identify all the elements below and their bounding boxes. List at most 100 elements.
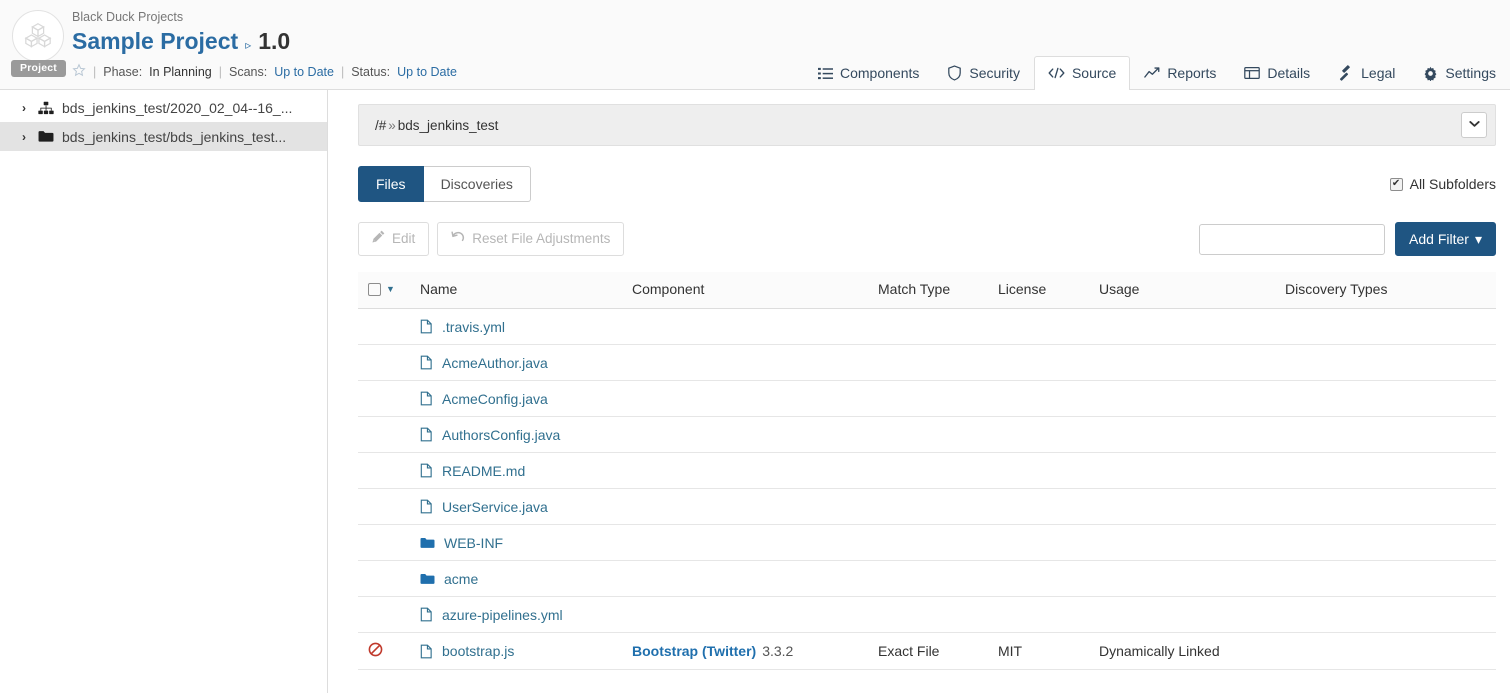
- reset-button-label: Reset File Adjustments: [472, 230, 610, 248]
- file-name-link[interactable]: acme: [444, 571, 478, 587]
- block-icon[interactable]: [368, 642, 383, 657]
- row-license: [998, 561, 1099, 597]
- file-name-link[interactable]: UserService.java: [442, 499, 548, 515]
- segment-row: Files Discoveries ✔ All Subfolders: [358, 166, 1496, 202]
- tab-legal[interactable]: Legal: [1324, 56, 1409, 90]
- project-logo: [12, 10, 64, 62]
- tab-security[interactable]: Security: [933, 56, 1034, 90]
- tab-components[interactable]: Components: [804, 56, 933, 90]
- row-license: [998, 453, 1099, 489]
- path-root[interactable]: /#: [375, 118, 386, 133]
- row-license: [998, 309, 1099, 345]
- chevron-right-icon[interactable]: ›: [22, 130, 30, 144]
- table-row[interactable]: AuthorsConfig.java: [358, 417, 1496, 453]
- table-row[interactable]: acme: [358, 561, 1496, 597]
- th-component[interactable]: Component: [632, 272, 878, 309]
- table-row[interactable]: azure-pipelines.yml: [358, 597, 1496, 633]
- select-all-checkbox[interactable]: [368, 283, 381, 296]
- th-usage[interactable]: Usage: [1099, 272, 1285, 309]
- add-filter-button[interactable]: Add Filter ▾: [1395, 222, 1496, 256]
- scans-value[interactable]: Up to Date: [274, 65, 334, 79]
- list-icon: [818, 66, 833, 81]
- status-value[interactable]: Up to Date: [397, 65, 457, 79]
- row-component-cell: [632, 489, 878, 525]
- tab-settings[interactable]: Settings: [1409, 56, 1510, 90]
- row-flag-cell: [358, 633, 420, 670]
- folder-icon: [38, 130, 54, 143]
- path-dropdown-button[interactable]: [1461, 112, 1487, 138]
- app-header: Project Black Duck Projects Sample Proje…: [0, 0, 1510, 90]
- toolbar-right: Add Filter ▾: [1199, 222, 1496, 256]
- star-outline-icon[interactable]: [72, 63, 86, 80]
- th-match-type[interactable]: Match Type: [878, 272, 998, 309]
- tab-details[interactable]: Details: [1230, 56, 1324, 90]
- row-match-type: [878, 525, 998, 561]
- row-component-cell: [632, 525, 878, 561]
- row-component-cell: [632, 345, 878, 381]
- table-row[interactable]: AcmeAuthor.java: [358, 345, 1496, 381]
- row-name-cell: bootstrap.js: [420, 633, 632, 670]
- tab-files[interactable]: Files: [358, 166, 424, 202]
- window-icon: [1244, 66, 1260, 80]
- row-discovery-types: [1285, 453, 1496, 489]
- component-link[interactable]: Bootstrap (Twitter): [632, 643, 756, 659]
- row-usage: Dynamically Linked: [1099, 633, 1285, 670]
- chevron-right-icon[interactable]: ›: [22, 101, 30, 115]
- th-select: ▼: [358, 272, 420, 309]
- tab-source[interactable]: Source: [1034, 56, 1130, 90]
- row-name-cell: README.md: [420, 453, 632, 489]
- file-name-link[interactable]: WEB-INF: [444, 535, 503, 551]
- file-name-link[interactable]: AcmeAuthor.java: [442, 355, 548, 371]
- tab-reports[interactable]: Reports: [1130, 56, 1230, 90]
- file-name-link[interactable]: .travis.yml: [442, 319, 505, 335]
- select-all-control[interactable]: ▼: [368, 283, 414, 296]
- all-subfolders-toggle[interactable]: ✔ All Subfolders: [1390, 176, 1496, 192]
- table-row[interactable]: WEB-INF: [358, 525, 1496, 561]
- sort-caret-icon[interactable]: ▼: [386, 284, 395, 294]
- th-name[interactable]: Name: [420, 272, 632, 309]
- component-version: 3.3.2: [762, 643, 793, 659]
- path-breadcrumb[interactable]: /#»bds_jenkins_test: [375, 118, 498, 133]
- row-flag-cell: [358, 309, 420, 345]
- file-name-link[interactable]: azure-pipelines.yml: [442, 607, 563, 623]
- file-name-link[interactable]: AuthorsConfig.java: [442, 427, 560, 443]
- caret-down-icon: ▾: [1475, 230, 1482, 248]
- row-name-cell: AcmeAuthor.java: [420, 345, 632, 381]
- th-license[interactable]: License: [998, 272, 1099, 309]
- row-discovery-types: [1285, 309, 1496, 345]
- search-input[interactable]: [1199, 224, 1385, 255]
- file-name-link[interactable]: README.md: [442, 463, 525, 479]
- row-flag-cell: [358, 453, 420, 489]
- row-discovery-types: [1285, 633, 1496, 670]
- row-usage: [1099, 489, 1285, 525]
- table-row[interactable]: UserService.java: [358, 489, 1496, 525]
- status-label: Status:: [351, 65, 390, 79]
- page-title: Sample Project ▹ 1.0: [72, 26, 457, 60]
- row-name-cell: .travis.yml: [420, 309, 632, 345]
- table-header-row: ▼ Name Component Match Type License Usag…: [358, 272, 1496, 309]
- row-discovery-types: [1285, 561, 1496, 597]
- tab-discoveries[interactable]: Discoveries: [424, 166, 531, 202]
- table-row[interactable]: .travis.yml: [358, 309, 1496, 345]
- row-match-type: [878, 453, 998, 489]
- edit-button[interactable]: Edit: [358, 222, 429, 256]
- table-row[interactable]: README.md: [358, 453, 1496, 489]
- th-discovery-types[interactable]: Discovery Types: [1285, 272, 1496, 309]
- table-row[interactable]: AcmeConfig.java: [358, 381, 1496, 417]
- project-name-link[interactable]: Sample Project: [72, 26, 238, 56]
- row-usage: [1099, 417, 1285, 453]
- tab-reports-label: Reports: [1167, 64, 1216, 82]
- file-name-link[interactable]: AcmeConfig.java: [442, 391, 548, 407]
- all-subfolders-checkbox[interactable]: ✔: [1390, 178, 1403, 191]
- reset-file-adjustments-button[interactable]: Reset File Adjustments: [437, 222, 624, 256]
- table-row[interactable]: bootstrap.jsBootstrap (Twitter)3.3.2Exac…: [358, 633, 1496, 670]
- row-flag-cell: [358, 489, 420, 525]
- file-name-link[interactable]: bootstrap.js: [442, 643, 514, 659]
- sidebar-item-source-tree[interactable]: › bds_jenkins_test/bds_jenkins_test...: [0, 122, 327, 151]
- row-match-type: [878, 597, 998, 633]
- sidebar-item-scan-snapshot[interactable]: › bds_jenkins_test/2020_02_04--16_...: [0, 93, 327, 122]
- main-nav-tabs: Components Security Source: [804, 56, 1510, 90]
- breadcrumb[interactable]: Black Duck Projects: [72, 10, 457, 25]
- add-filter-label: Add Filter: [1409, 230, 1469, 248]
- row-match-type: [878, 561, 998, 597]
